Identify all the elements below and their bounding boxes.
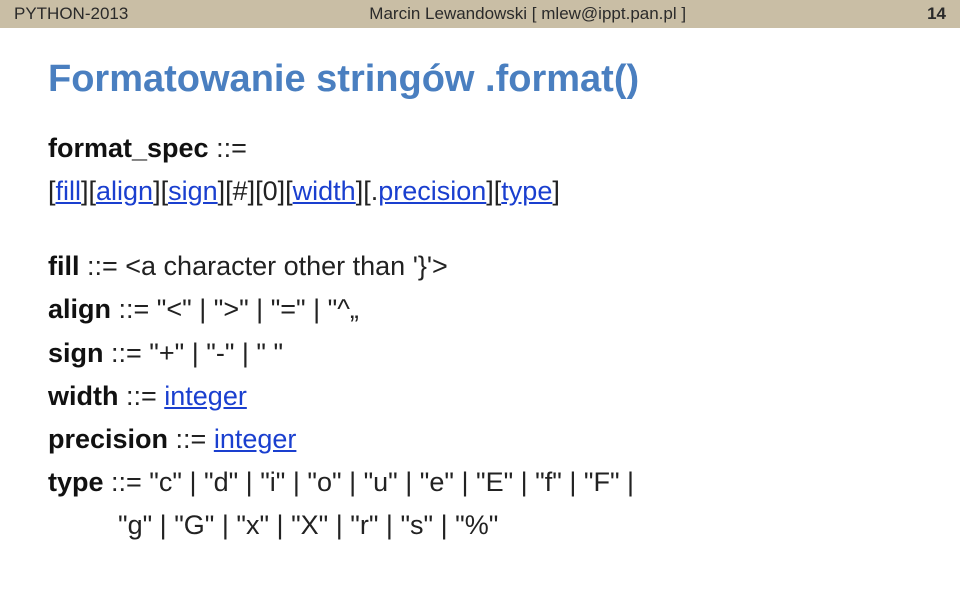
rule-type-label: type: [48, 467, 104, 497]
bracket-close: ]: [552, 176, 560, 206]
header-left: PYTHON-2013: [14, 4, 128, 24]
rule-align: align ::= "<" | ">" | "=" | "^„: [48, 290, 912, 329]
rule-fill-label: fill: [48, 251, 80, 281]
rule-type-line2: "g" | "G" | "x" | "X" | "r" | "s" | "%": [48, 506, 912, 545]
sep-4: ][.: [356, 176, 379, 206]
link-type[interactable]: type: [501, 176, 552, 206]
header-center: Marcin Lewandowski [ mlew@ippt.pan.pl ]: [369, 4, 686, 24]
page-number: 14: [927, 4, 946, 24]
format-spec-assign: ::=: [209, 133, 247, 163]
link-integer-precision[interactable]: integer: [214, 424, 297, 454]
rule-precision: precision ::= integer: [48, 420, 912, 459]
slide-header: PYTHON-2013 Marcin Lewandowski [ mlew@ip…: [0, 0, 960, 28]
rule-width-label: width: [48, 381, 118, 411]
slide-title: Formatowanie stringów .format(): [48, 58, 912, 101]
bracket-open: [: [48, 176, 56, 206]
rule-type-line1: type ::= "c" | "d" | "i" | "o" | "u" | "…: [48, 463, 912, 502]
format-spec-grammar: [fill][align][sign][#][0][width][.precis…: [48, 172, 912, 211]
rule-type-body1: ::= "c" | "d" | "i" | "o" | "u" | "e" | …: [104, 467, 635, 497]
rule-precision-label: precision: [48, 424, 168, 454]
link-width[interactable]: width: [293, 176, 356, 206]
rule-width: width ::= integer: [48, 377, 912, 416]
rule-sign-label: sign: [48, 338, 104, 368]
format-spec-label: format_spec ::=: [48, 129, 912, 168]
sep-5: ][: [486, 176, 501, 206]
rule-sign-body: ::= "+" | "-" | " ": [104, 338, 284, 368]
rule-sign: sign ::= "+" | "-" | " ": [48, 334, 912, 373]
link-integer-width[interactable]: integer: [164, 381, 247, 411]
format-spec-keyword: format_spec: [48, 133, 209, 163]
sep-3: ][#][0][: [218, 176, 293, 206]
sep-2: ][: [153, 176, 168, 206]
rule-align-body: ::= "<" | ">" | "=" | "^„: [111, 294, 359, 324]
slide-content: Formatowanie stringów .format() format_s…: [0, 28, 960, 559]
link-precision[interactable]: precision: [378, 176, 486, 206]
rule-fill-body: ::= <a character other than '}'>: [80, 251, 448, 281]
rule-fill: fill ::= <a character other than '}'>: [48, 247, 912, 286]
link-align[interactable]: align: [96, 176, 153, 206]
link-sign[interactable]: sign: [168, 176, 218, 206]
rule-align-label: align: [48, 294, 111, 324]
link-fill[interactable]: fill: [56, 176, 82, 206]
rule-precision-assign: ::=: [168, 424, 214, 454]
sep-1: ][: [81, 176, 96, 206]
rule-width-assign: ::=: [118, 381, 164, 411]
